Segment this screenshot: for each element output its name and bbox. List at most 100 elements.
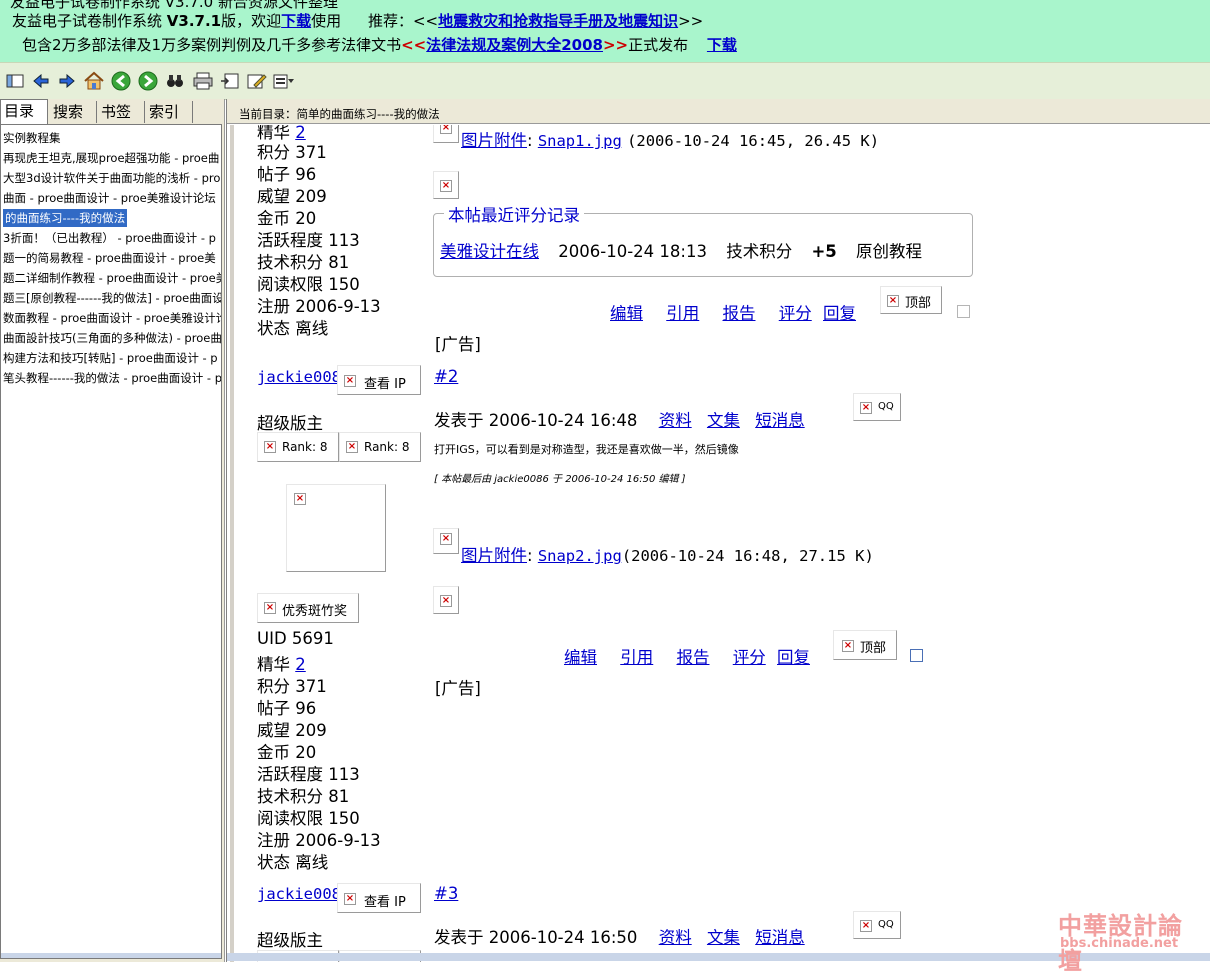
floor-link[interactable]: #3 — [434, 884, 458, 903]
reply-link[interactable]: 回复 — [777, 648, 810, 667]
stat-line: 技术积分 81 — [257, 787, 350, 806]
top-button[interactable]: × 顶部 — [833, 630, 897, 660]
find-binoculars-icon[interactable] — [164, 70, 186, 92]
tree-item[interactable]: 再现虎王坦克,展现proe超强功能 - proe曲 — [3, 149, 219, 167]
report-link[interactable]: 报告 — [723, 304, 756, 323]
stat-line: 技术积分 81 — [257, 253, 350, 272]
stat-line: 活跃程度 113 — [257, 765, 360, 784]
tab-bookmarks[interactable]: 书签 — [98, 101, 145, 123]
report-link[interactable]: 报告 — [677, 648, 710, 667]
collection-link[interactable]: 文集 — [707, 928, 740, 947]
tree-item[interactable]: 大型3d设计软件关于曲面功能的浅析 - proe — [3, 169, 221, 187]
edit-link[interactable]: 编辑 — [610, 304, 643, 323]
top-banner: 友益电子试卷制作系统 V3.7.0 新合资源文件整理 友益电子试卷制作系统 V3… — [0, 0, 1210, 62]
qq-button[interactable]: × QQ — [853, 911, 901, 939]
stat-line: 帖子 96 — [257, 165, 317, 184]
banner-line-2: 包含2万多部法律及1万多案例判例及几千多参考法律文书<<法律法规及案例大全200… — [22, 36, 737, 54]
select-checkbox[interactable] — [910, 649, 923, 662]
tree-item[interactable]: 3折面！（已出教程） - proe曲面设计 - p — [3, 229, 216, 247]
attachment-label-link[interactable]: 图片附件 — [461, 546, 527, 565]
attachment-1: 图片附件: Snap1.jpg (2006-10-24 16:45, 26.45… — [461, 131, 880, 150]
options-icon[interactable] — [273, 70, 295, 92]
attachment-file-link[interactable]: Snap2.jpg — [538, 547, 622, 565]
user-role: 超级版主 — [257, 931, 323, 950]
home-icon[interactable] — [83, 70, 105, 92]
version: V3.7.1 — [166, 12, 222, 30]
view-ip-button[interactable]: × 查看 IP — [337, 883, 421, 913]
profile-link[interactable]: 资料 — [659, 411, 692, 430]
attachment-label-link[interactable]: 图片附件 — [461, 131, 527, 150]
horizontal-scrollbar[interactable] — [1, 953, 221, 958]
forward-circle-icon[interactable] — [137, 70, 159, 92]
thread-content: 精华 2 积分 371 帖子 96 威望 209 金币 20 活跃程度 113 … — [227, 125, 1210, 962]
select-checkbox[interactable] — [957, 305, 970, 318]
stat-line: 注册 2006-9-13 — [257, 831, 381, 850]
quote-link[interactable]: 引用 — [666, 304, 699, 323]
print-icon[interactable] — [192, 70, 214, 92]
tab-index[interactable]: 索引 — [146, 101, 193, 123]
tab-search[interactable]: 搜索 — [50, 101, 97, 123]
rating-user-link[interactable]: 美雅设计在线 — [440, 242, 539, 261]
essence-stat: 精华 2 — [257, 655, 306, 674]
profile-link[interactable]: 资料 — [659, 928, 692, 947]
essence-link[interactable]: 2 — [295, 655, 306, 674]
stat-line: 阅读权限 150 — [257, 275, 360, 294]
tree-item[interactable]: 题三[原创教程------我的做法] - proe曲面设 — [3, 289, 221, 307]
broken-image-icon: × — [433, 528, 459, 554]
rating-legend: 本帖最近评分记录 — [444, 202, 584, 226]
broken-image-icon: × — [433, 125, 459, 143]
earthquake-manual-link[interactable]: 地震救灾和抢救指导手册及地震知识 — [438, 12, 678, 30]
hide-pane-icon[interactable] — [4, 70, 26, 92]
stat-line: 状态 离线 — [257, 319, 329, 338]
tree-item[interactable]: 构建方法和技巧[转贴] - proe曲面设计 - p — [3, 349, 218, 367]
message-link[interactable]: 短消息 — [755, 928, 805, 947]
rate-link[interactable]: 评分 — [733, 648, 766, 667]
tree-item[interactable]: 题二详细制作教程 - proe曲面设计 - proe美 — [3, 269, 221, 287]
law-collection-link[interactable]: 法律法规及案例大全2008 — [426, 36, 603, 54]
top-button[interactable]: × 顶部 — [880, 286, 942, 314]
view-ip-button[interactable]: × 查看 IP — [337, 365, 421, 395]
qq-button[interactable]: × QQ — [853, 393, 901, 421]
attachment-2: 图片附件: Snap2.jpg(2006-10-24 16:48, 27.15 … — [461, 546, 874, 565]
floor-number: #2 — [434, 367, 458, 386]
stat-line: 活跃程度 113 — [257, 231, 360, 250]
stat-line: 威望 209 — [257, 721, 327, 740]
floor-number: #3 — [434, 884, 458, 903]
edit-pen-icon[interactable] — [246, 70, 268, 92]
tree-item-selected[interactable]: 的曲面练习----我的做法 — [3, 209, 128, 227]
tree-item[interactable]: 题一的简易教程 - proe曲面设计 - proe美 — [3, 249, 216, 267]
broken-image-icon: × — [433, 171, 459, 199]
edit-link[interactable]: 编辑 — [564, 648, 597, 667]
rate-link[interactable]: 评分 — [779, 304, 812, 323]
floor-link[interactable]: #2 — [434, 367, 458, 386]
tree-item[interactable]: 曲面 - proe曲面设计 - proe美雅设计论坛 — [3, 189, 216, 207]
back-circle-icon[interactable] — [110, 70, 132, 92]
stat-line: 注册 2006-9-13 — [257, 297, 381, 316]
forward-arrow-icon[interactable] — [56, 70, 78, 92]
quote-link[interactable]: 引用 — [620, 648, 653, 667]
ad-label: [广告] — [435, 679, 481, 698]
stat-line: 金币 20 — [257, 743, 317, 762]
stat-line: 状态 离线 — [257, 853, 329, 872]
collection-link[interactable]: 文集 — [707, 411, 740, 430]
message-link[interactable]: 短消息 — [755, 411, 805, 430]
reply-link[interactable]: 回复 — [823, 304, 856, 323]
post-body: 打开IGS，可以看到是对称造型，我还是喜欢做一半，然后镜像 — [434, 443, 739, 456]
tree-item[interactable]: 数面教程 - proe曲面设计 - proe美雅设计论 — [3, 309, 221, 327]
download-link-1[interactable]: 下载 — [281, 12, 311, 30]
download-link-2[interactable]: 下载 — [707, 36, 737, 54]
tree-item[interactable]: 曲面設計技巧(三角面的多种做法) - proe曲 — [3, 329, 221, 347]
attachment-file-link[interactable]: Snap1.jpg — [538, 132, 622, 150]
nav-tabs: 目录 搜索 书签 索引 — [0, 99, 224, 125]
post-actions: 编辑 引用 报告 评分 回复 — [610, 300, 856, 324]
locate-icon[interactable] — [219, 70, 241, 92]
tree-item[interactable]: 实例教程集 — [3, 129, 61, 147]
avatar: × — [286, 484, 386, 572]
rating-records: 本帖最近评分记录 美雅设计在线 2006-10-24 18:13 技术积分 +5… — [433, 202, 973, 277]
tab-contents[interactable]: 目录 — [0, 99, 48, 125]
stat-line: 威望 209 — [257, 187, 327, 206]
tree-item[interactable]: 笔头教程------我的做法 - proe曲面设计 - p — [3, 369, 221, 387]
stat-line: 阅读权限 150 — [257, 809, 360, 828]
back-arrow-icon[interactable] — [30, 70, 52, 92]
rating-row: 美雅设计在线 2006-10-24 18:13 技术积分 +5 原创教程 — [440, 242, 922, 261]
